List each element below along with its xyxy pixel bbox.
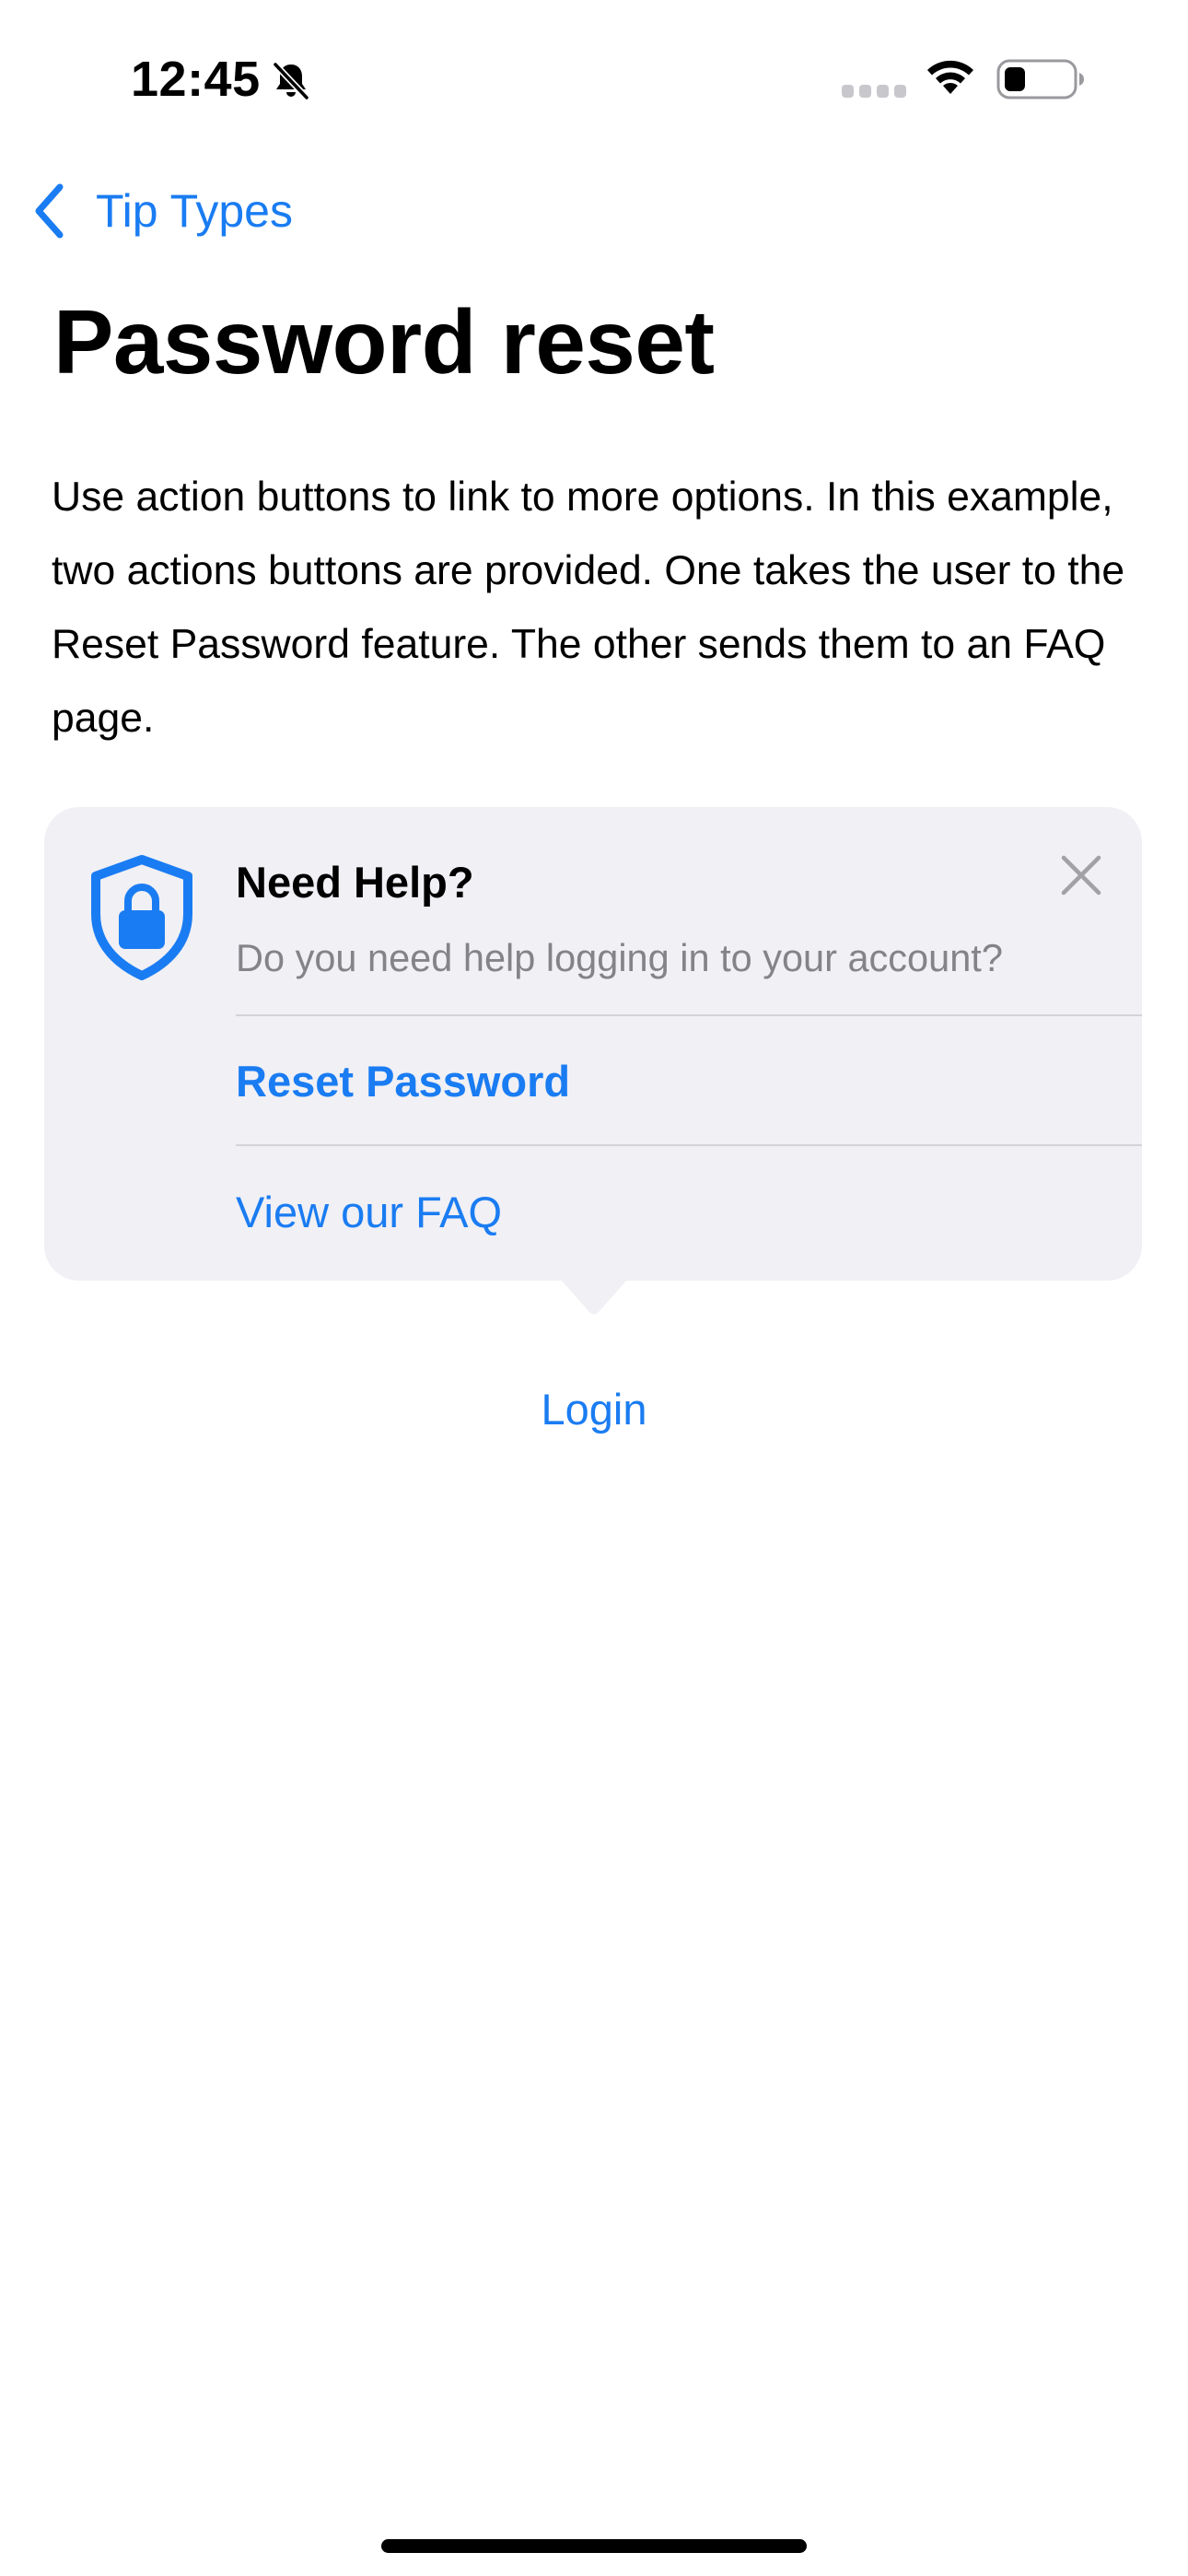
tip-message: Do you need help logging in to your acco… — [236, 936, 1003, 979]
view-faq-button[interactable]: View our FAQ — [236, 1185, 502, 1240]
tip-divider — [236, 1144, 1142, 1146]
battery-icon — [996, 59, 1084, 100]
tip-title: Need Help? — [236, 858, 474, 907]
wifi-icon — [927, 60, 973, 94]
page-title: Password reset — [53, 291, 715, 392]
tip-popover — [44, 807, 1142, 1281]
tip-popover-arrow — [560, 1279, 628, 1315]
page-description: Use action buttons to link to more optio… — [52, 474, 1125, 741]
cellular-signal-icon — [842, 85, 906, 98]
chevron-left-icon — [35, 183, 64, 239]
status-time: 12:45 — [131, 52, 261, 107]
login-button[interactable]: Login — [0, 1382, 1188, 1437]
home-indicator[interactable] — [381, 2539, 807, 2553]
bell-slash-icon — [272, 61, 310, 101]
tip-divider — [236, 1014, 1142, 1016]
screen: 12:45 Tip Types Password reset Use actio… — [0, 0, 1188, 2576]
reset-password-button[interactable]: Reset Password — [236, 1054, 570, 1109]
close-icon[interactable] — [1057, 851, 1105, 899]
back-button[interactable]: Tip Types — [31, 177, 293, 245]
back-button-label: Tip Types — [96, 185, 293, 237]
lock-shield-icon — [91, 855, 192, 980]
status-bar: 12:45 — [0, 0, 1188, 157]
